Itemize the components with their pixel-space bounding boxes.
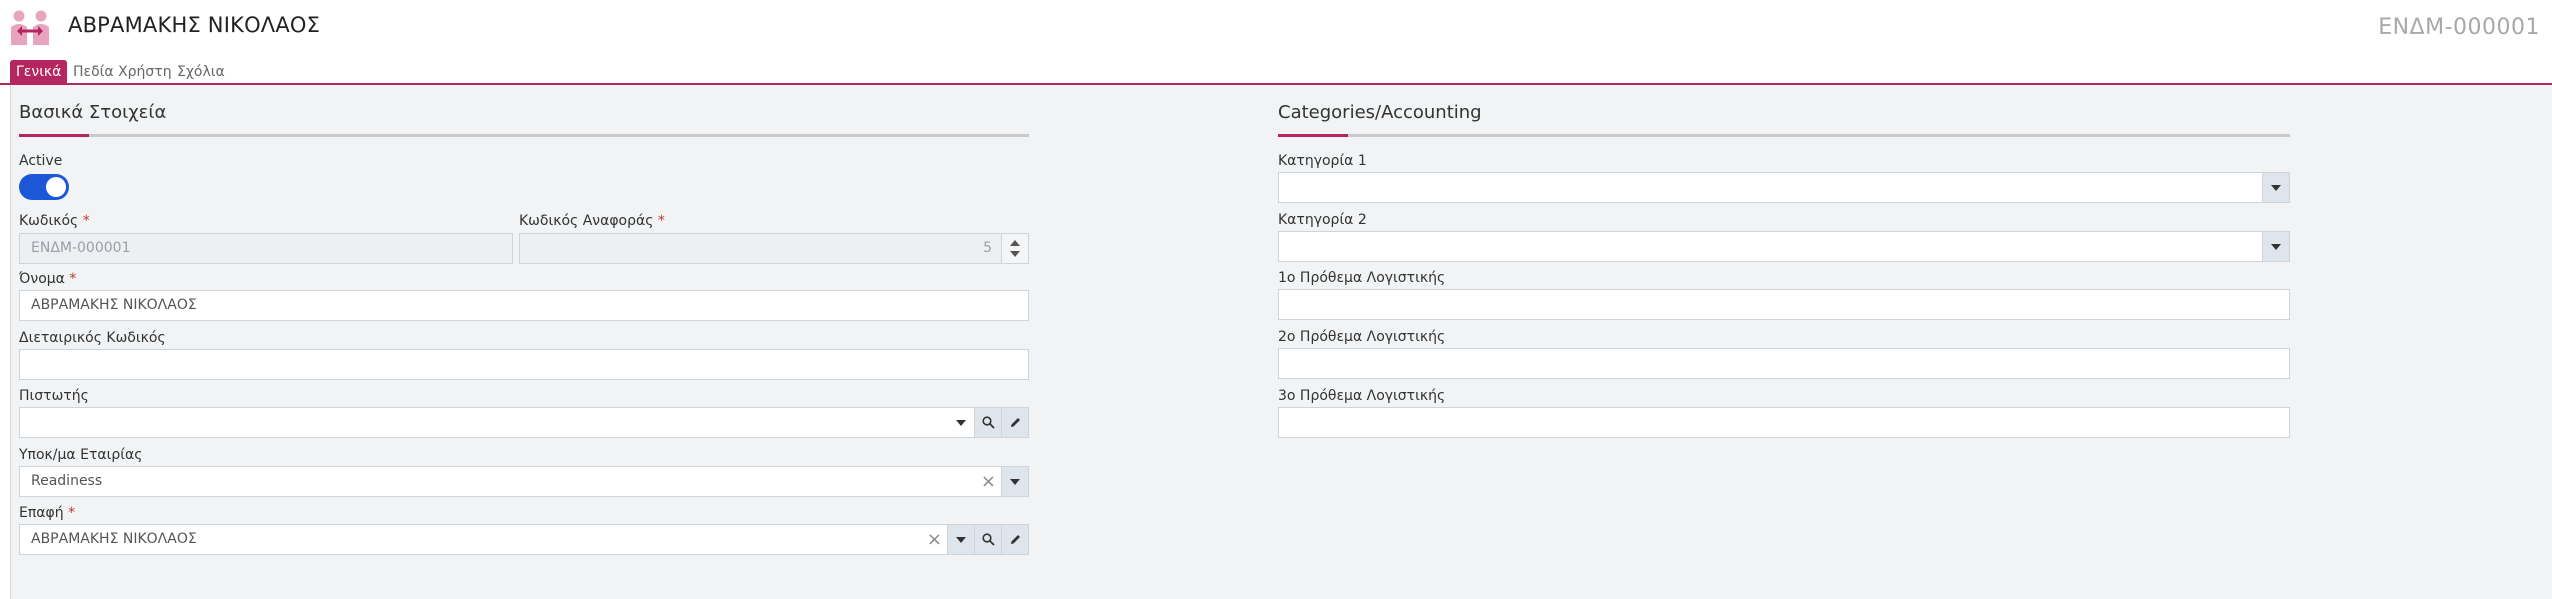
required-mark: * [657, 213, 665, 229]
ref-code-label: Κωδικός Αναφοράς * [519, 213, 665, 229]
active-label: Active [19, 153, 63, 169]
contact-select[interactable]: ΑΒΡΑΜΑΚΗΣ ΝΙΚΟΛΑΟΣ × [19, 524, 1029, 555]
contact-label: Επαφή * [19, 505, 75, 521]
intercompany-input[interactable] [19, 349, 1029, 380]
record-header: ΑΒΡΑΜΑΚΗΣ ΝΙΚΟΛΑΟΣ ΕΝΔΜ-000001 [0, 0, 2552, 57]
ref-code-value: 5 [983, 240, 992, 256]
page-title: ΑΒΡΑΜΑΚΗΣ ΝΙΚΟΛΑΟΣ [68, 13, 321, 37]
chevron-down-icon [2271, 184, 2281, 191]
prefix1-label: 1ο Πρόθεμα Λογιστικής [1278, 270, 1446, 286]
contact-value: ΑΒΡΑΜΑΚΗΣ ΝΙΚΟΛΑΟΣ [31, 531, 197, 547]
tab-general[interactable]: Γενικά [10, 60, 68, 85]
name-input[interactable]: ΑΒΡΑΜΑΚΗΣ ΝΙΚΟΛΑΟΣ [19, 290, 1029, 321]
name-label: Όνομα * [19, 271, 76, 287]
document-number: ΕΝΔΜ-000001 [2378, 15, 2540, 40]
chevron-down-icon [956, 536, 966, 543]
prefix2-input[interactable] [1278, 348, 2290, 379]
chevron-down-icon [2271, 243, 2281, 250]
category2-select[interactable] [1278, 231, 2290, 262]
creditor-label: Πιστωτής [19, 388, 89, 404]
contact-search-button[interactable] [974, 525, 1001, 554]
branch-label: Υποκ/μα Εταιρίας [19, 447, 143, 463]
section-divider [1278, 134, 2290, 137]
clear-icon[interactable]: × [981, 467, 996, 496]
intercompany-label: Διεταιρικός Κωδικός [19, 330, 166, 346]
people-handshake-icon [11, 10, 49, 45]
category1-label: Κατηγορία 1 [1278, 153, 1367, 169]
chevron-down-icon [1010, 478, 1020, 485]
active-toggle[interactable] [19, 174, 69, 200]
required-mark: * [82, 213, 90, 229]
section-title-categories: Categories/Accounting [1278, 102, 1482, 123]
tab-bar: Γενικά Πεδία Χρήστη Σχόλια [0, 57, 2552, 85]
toggle-knob [46, 177, 66, 197]
tab-user-fields[interactable]: Πεδία Χρήστη [67, 60, 178, 85]
code-label-text: Κωδικός [19, 213, 79, 229]
contact-dropdown-button[interactable] [947, 525, 974, 554]
section-title-basic: Βασικά Στοιχεία [19, 102, 167, 123]
code-field: ΕΝΔΜ-000001 [19, 233, 513, 264]
contact-label-text: Επαφή [19, 505, 64, 521]
code-label: Κωδικός * [19, 213, 90, 229]
pencil-icon [1010, 418, 1020, 427]
category1-dropdown-button[interactable] [2262, 173, 2289, 202]
branch-dropdown-button[interactable] [1001, 467, 1028, 496]
ref-code-stepper[interactable]: 5 [519, 233, 1029, 264]
creditor-dropdown-button[interactable] [947, 408, 974, 437]
prefix3-label: 3ο Πρόθεμα Λογιστικής [1278, 388, 1446, 404]
pencil-icon [1010, 535, 1020, 544]
category1-select[interactable] [1278, 172, 2290, 203]
stepper-down-icon[interactable] [1010, 251, 1020, 257]
prefix3-input[interactable] [1278, 407, 2290, 438]
required-mark: * [68, 505, 76, 521]
contact-edit-button[interactable] [1001, 525, 1028, 554]
name-label-text: Όνομα [19, 271, 65, 287]
prefix2-label: 2ο Πρόθεμα Λογιστικής [1278, 329, 1446, 345]
form-content: Βασικά Στοιχεία Active Κωδικός * ΕΝΔΜ-00… [10, 85, 2552, 599]
tab-comments[interactable]: Σχόλια [171, 60, 231, 85]
required-mark: * [69, 271, 77, 287]
prefix1-input[interactable] [1278, 289, 2290, 320]
stepper-up-icon[interactable] [1010, 240, 1020, 246]
category2-dropdown-button[interactable] [2262, 232, 2289, 261]
creditor-select[interactable] [19, 407, 1029, 438]
stepper-buttons[interactable] [1001, 234, 1028, 263]
ref-code-label-text: Κωδικός Αναφοράς [519, 213, 654, 229]
chevron-down-icon [955, 419, 966, 426]
section-divider [19, 134, 1029, 137]
creditor-search-button[interactable] [974, 408, 1001, 437]
branch-select[interactable]: Readiness × [19, 466, 1029, 497]
branch-value: Readiness [31, 473, 103, 489]
search-icon [981, 416, 995, 429]
search-icon [981, 533, 995, 546]
creditor-edit-button[interactable] [1001, 408, 1028, 437]
category2-label: Κατηγορία 2 [1278, 212, 1367, 228]
clear-icon[interactable]: × [927, 525, 942, 554]
